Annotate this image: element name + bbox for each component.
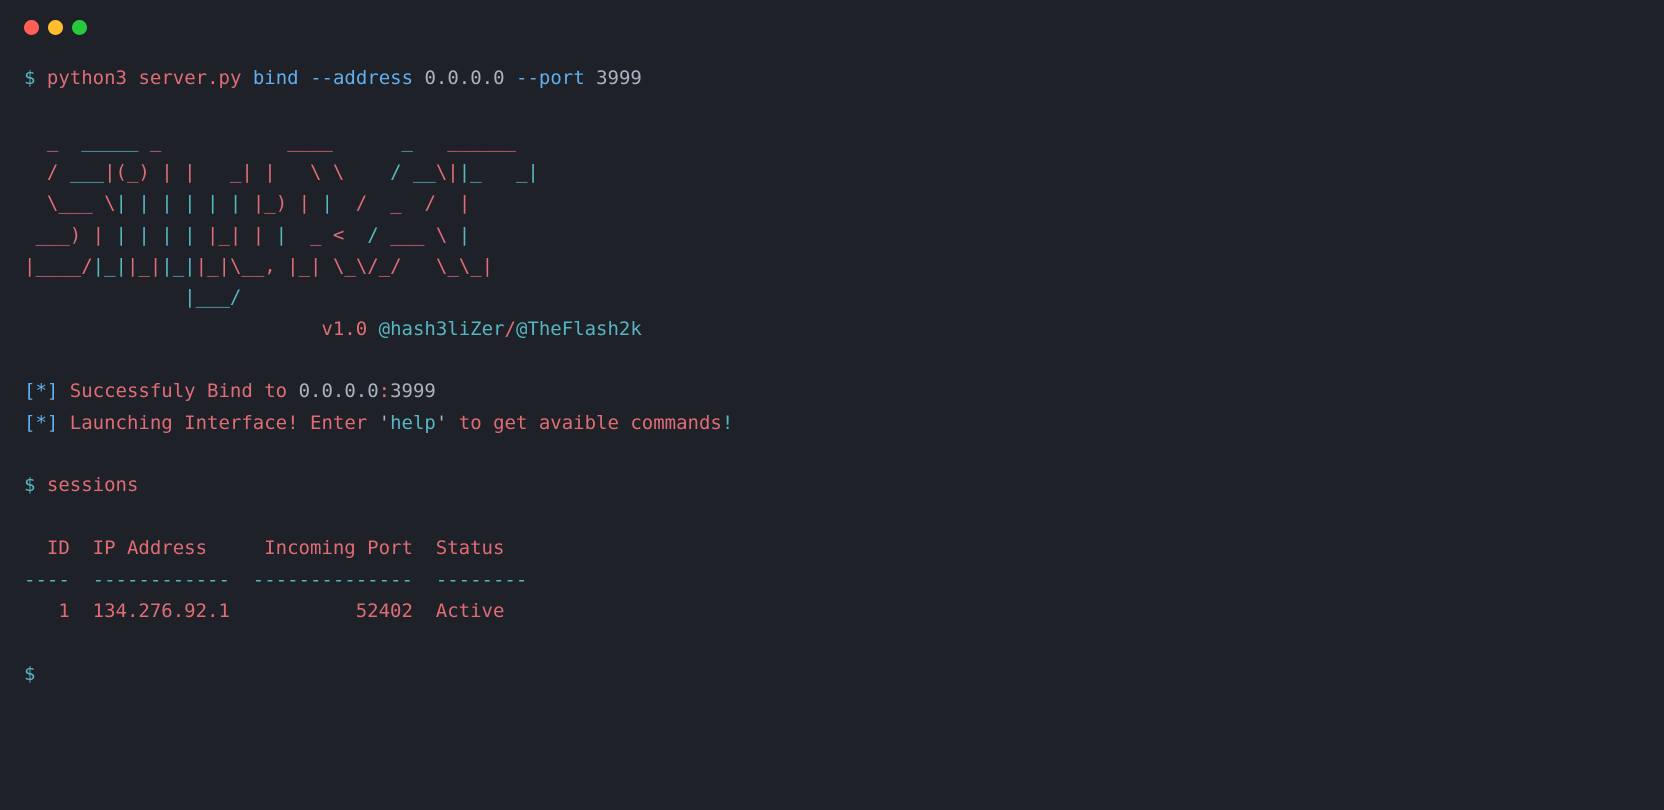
window-titlebar — [24, 20, 1640, 35]
bind-address: 0.0.0.0 — [299, 380, 379, 402]
help-keyword: help — [390, 412, 436, 434]
ascii-art-line: |_| — [93, 255, 127, 277]
ascii-art-line: _ ____ — [138, 130, 344, 152]
ascii-art-line: ___) | — [24, 224, 104, 246]
terminal-output[interactable]: $ python3 server.py bind --address 0.0.0… — [24, 63, 1640, 690]
log-text: Launching Interface! Enter — [70, 412, 379, 434]
ascii-art-line: / — [344, 224, 390, 246]
ascii-art-line: |___/ — [24, 286, 241, 308]
ascii-art-line: ______ — [424, 130, 516, 152]
ascii-art-line — [436, 192, 459, 214]
ascii-art-line — [276, 255, 287, 277]
close-icon[interactable] — [24, 20, 39, 35]
ascii-art-line: |_|\__, — [196, 255, 276, 277]
ascii-art-line: \_\_| — [436, 255, 493, 277]
command-input: sessions — [47, 474, 139, 496]
ascii-art-line — [367, 192, 390, 214]
ascii-art-line: |_| | — [207, 224, 264, 246]
ascii-art-line: \___ \ — [47, 192, 116, 214]
log-text: to get avaible commands — [447, 412, 722, 434]
ascii-art-line: | | | | — [104, 224, 207, 246]
ascii-art-line: | — [459, 192, 470, 214]
command-sub: bind — [253, 67, 299, 89]
ascii-art-line: _| — [516, 161, 539, 183]
ascii-art-line: |_ — [459, 161, 482, 183]
ascii-art-line: _ — [390, 192, 401, 214]
ascii-art-line: |(_) | | _| | \ \ — [104, 161, 379, 183]
slash: / — [504, 318, 515, 340]
bind-port: 3999 — [390, 380, 436, 402]
ascii-art-line: |_| — [161, 255, 195, 277]
prompt-symbol: $ — [24, 67, 35, 89]
ascii-art-line: / __ — [379, 161, 436, 183]
ascii-art-line: |_| — [287, 255, 321, 277]
ascii-art-line — [24, 192, 47, 214]
maximize-icon[interactable] — [72, 20, 87, 35]
ascii-art-line: |_| — [127, 255, 161, 277]
ascii-art-line — [402, 192, 425, 214]
author-handle: @TheFlash2k — [516, 318, 642, 340]
version-text: v1.0 — [321, 318, 367, 340]
exclaim: ! — [722, 412, 733, 434]
quote: ' — [379, 412, 390, 434]
ascii-art-line: ___ — [70, 161, 104, 183]
ascii-art-line — [321, 255, 332, 277]
prompt-symbol: $ — [24, 474, 35, 496]
ascii-art-line: _____ — [58, 130, 138, 152]
author-handle: @hash3liZer — [379, 318, 505, 340]
command-exe: python3 — [47, 67, 127, 89]
ascii-art-line: _ < — [310, 224, 344, 246]
ascii-art-line: _ — [344, 130, 424, 152]
log-prefix: [*] — [24, 412, 58, 434]
command-arg: 3999 — [596, 67, 642, 89]
quote: ' — [436, 412, 447, 434]
prompt-symbol[interactable]: $ — [24, 663, 35, 685]
log-prefix: [*] — [24, 380, 58, 402]
ascii-art-line — [402, 255, 436, 277]
command-flag: --port — [516, 67, 585, 89]
log-text: Successfuly Bind to — [70, 380, 299, 402]
version-padding — [24, 318, 321, 340]
ascii-art-line: | — [447, 224, 470, 246]
ascii-art-line: \| — [436, 161, 459, 183]
command-file: server.py — [138, 67, 241, 89]
colon: : — [379, 380, 390, 402]
ascii-art-line: |_) | — [253, 192, 310, 214]
ascii-art-line: ___ \ — [390, 224, 447, 246]
ascii-art-line: | — [264, 224, 310, 246]
command-flag: --address — [310, 67, 413, 89]
ascii-art-line: / — [424, 192, 435, 214]
ascii-art-line: | — [310, 192, 356, 214]
ascii-art-line — [482, 161, 516, 183]
command-arg: 0.0.0.0 — [424, 67, 504, 89]
ascii-art-line: \_\/_/ — [333, 255, 402, 277]
table-header: ID IP Address Incoming Port Status — [24, 537, 504, 559]
ascii-art-line: _ — [24, 130, 58, 152]
minimize-icon[interactable] — [48, 20, 63, 35]
ascii-art-line: / — [24, 161, 70, 183]
table-separator: ---- ------------ -------------- -------… — [24, 569, 527, 591]
ascii-art-line: | | | | | | — [116, 192, 253, 214]
ascii-art-line: / — [356, 192, 367, 214]
table-row: 1 134.276.92.1 52402 Active — [24, 600, 504, 622]
ascii-art-line: |____/ — [24, 255, 93, 277]
